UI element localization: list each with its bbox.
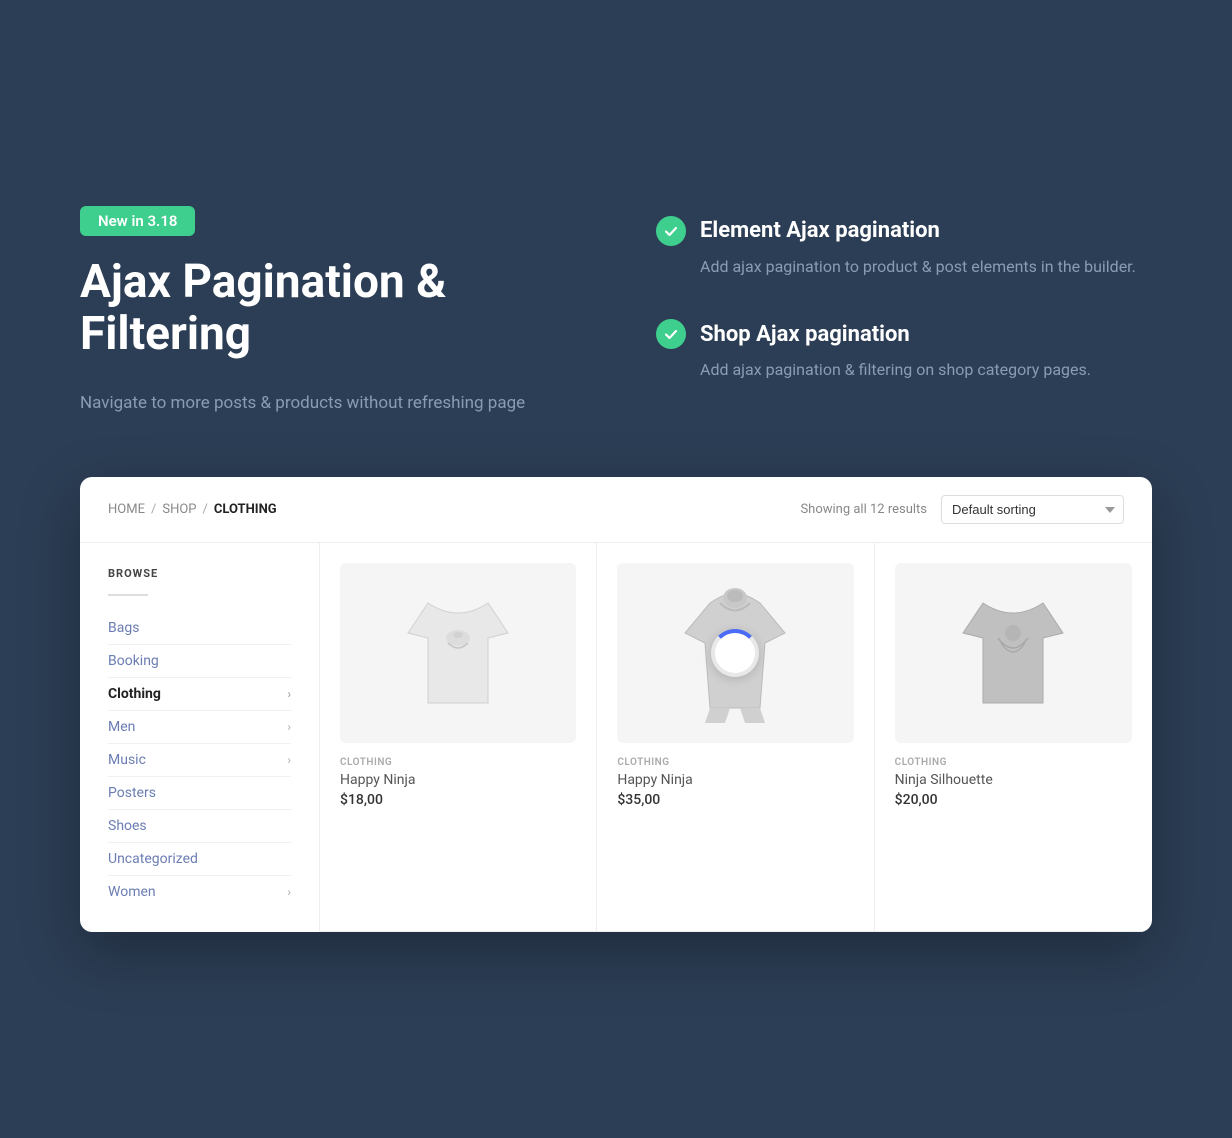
breadcrumb: HOME / SHOP / CLOTHING [108,502,277,517]
product-price-1: $18,00 [340,792,576,808]
sidebar: BROWSE Bags Booking Clothing › Men › Mu [80,543,320,932]
feature-title-1: Element Ajax pagination [700,218,940,243]
chevron-down-icon-clothing: › [287,687,291,701]
product-category-1: CLOTHING [340,757,576,768]
feature-item-1: Element Ajax pagination Add ajax paginat… [656,216,1152,280]
feature-header-1: Element Ajax pagination [656,216,1152,246]
category-label-booking: Booking [108,653,159,669]
breadcrumb-shop: SHOP [162,502,196,517]
category-item-uncategorized[interactable]: Uncategorized [108,843,291,876]
product-image-2 [617,563,853,743]
browse-divider [108,594,148,596]
version-badge: New in 3.18 [80,206,195,236]
category-item-bags[interactable]: Bags [108,612,291,645]
feature-header-2: Shop Ajax pagination [656,319,1152,349]
hero-title: Ajax Pagination & Filtering [80,256,576,362]
products-grid: CLOTHING Happy Ninja $18,00 [320,543,1152,932]
product-card-2[interactable]: CLOTHING Happy Ninja $35,00 [597,543,874,932]
browse-title: BROWSE [108,567,291,580]
feature-description-2: Add ajax pagination & filtering on shop … [656,357,1152,383]
sort-select[interactable]: Default sorting Sort by popularity Sort … [941,495,1124,524]
product-category-2: CLOTHING [617,757,853,768]
product-image-3 [895,563,1132,743]
category-label-posters: Posters [108,785,156,801]
product-name-3: Ninja Silhouette [895,772,1132,788]
right-column: Element Ajax pagination Add ajax paginat… [656,206,1152,383]
product-card-3[interactable]: CLOTHING Ninja Silhouette $20,00 [875,543,1152,932]
product-card-1[interactable]: CLOTHING Happy Ninja $18,00 [320,543,597,932]
category-label-shoes: Shoes [108,818,147,834]
hero-description: Navigate to more posts & products withou… [80,389,576,417]
check-icon-2 [656,319,686,349]
category-item-booking[interactable]: Booking [108,645,291,678]
breadcrumb-sep-2: / [202,502,207,517]
feature-description-1: Add ajax pagination to product & post el… [656,254,1152,280]
chevron-down-icon-music: › [287,753,291,767]
category-label-uncategorized: Uncategorized [108,851,198,867]
feature-item-2: Shop Ajax pagination Add ajax pagination… [656,319,1152,383]
category-item-posters[interactable]: Posters [108,777,291,810]
category-label-clothing: Clothing [108,686,161,702]
shop-header: HOME / SHOP / CLOTHING Showing all 12 re… [80,477,1152,543]
category-label-bags: Bags [108,620,139,636]
chevron-down-icon-men: › [287,720,291,734]
product-name-2: Happy Ninja [617,772,853,788]
breadcrumb-home: HOME [108,502,145,517]
breadcrumb-active: CLOTHING [214,502,277,517]
category-item-music[interactable]: Music › [108,744,291,777]
product-category-3: CLOTHING [895,757,1132,768]
category-item-men[interactable]: Men › [108,711,291,744]
check-icon-1 [656,216,686,246]
category-item-women[interactable]: Women › [108,876,291,908]
feature-title-2: Shop Ajax pagination [700,322,910,347]
product-name-1: Happy Ninja [340,772,576,788]
chevron-down-icon-women: › [287,885,291,899]
shop-mockup: HOME / SHOP / CLOTHING Showing all 12 re… [80,477,1152,932]
left-column: New in 3.18 Ajax Pagination & Filtering … [80,206,576,418]
top-section: New in 3.18 Ajax Pagination & Filtering … [80,206,1152,418]
shop-body: BROWSE Bags Booking Clothing › Men › Mu [80,543,1152,932]
category-label-men: Men [108,719,135,735]
product-image-1 [340,563,576,743]
category-label-music: Music [108,752,146,768]
shop-results: Showing all 12 results Default sorting S… [800,495,1124,524]
main-container: New in 3.18 Ajax Pagination & Filtering … [80,206,1152,933]
breadcrumb-sep-1: / [151,502,156,517]
category-item-shoes[interactable]: Shoes [108,810,291,843]
category-label-women: Women [108,884,156,900]
product-price-3: $20,00 [895,792,1132,808]
product-price-2: $35,00 [617,792,853,808]
results-count: Showing all 12 results [800,502,927,517]
category-item-clothing[interactable]: Clothing › [108,678,291,711]
